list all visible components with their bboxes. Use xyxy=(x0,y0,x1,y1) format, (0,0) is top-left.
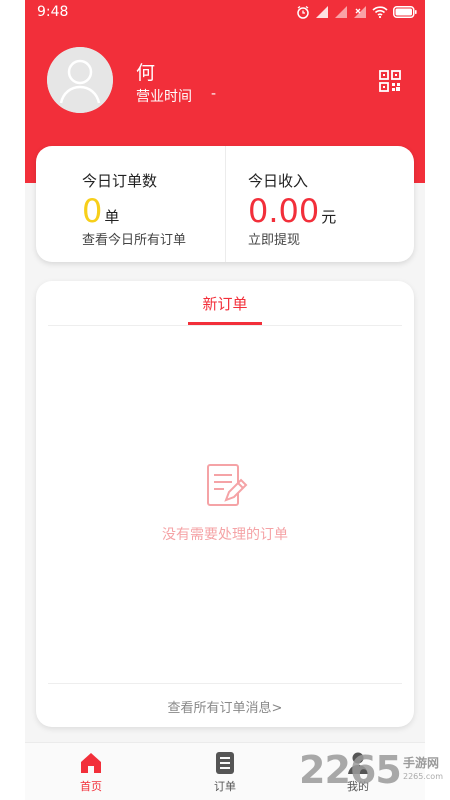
today-income-value-row: 0.00 元 xyxy=(248,191,336,231)
today-orders-count: 0 xyxy=(82,192,103,230)
shop-name: 何 xyxy=(136,62,156,84)
watermark-url: 2265.com xyxy=(403,772,443,781)
wifi-icon xyxy=(372,6,388,18)
stats-divider xyxy=(225,146,226,262)
view-all-orders-link[interactable]: 查看所有订单消息> xyxy=(36,697,414,716)
site-watermark: 2265 手游网 2265.com xyxy=(299,748,450,800)
tab-divider xyxy=(48,325,402,326)
tab-home[interactable]: 首页 xyxy=(61,751,121,799)
today-orders-title: 今日订单数 xyxy=(82,172,158,190)
business-hours-value: - xyxy=(211,86,217,102)
tab-orders-label: 订单 xyxy=(214,780,236,793)
home-icon xyxy=(81,753,101,773)
view-today-orders-link[interactable]: 查看今日所有订单 xyxy=(82,229,186,248)
avatar[interactable] xyxy=(47,47,113,113)
today-income-amount: 0.00 xyxy=(248,192,320,230)
app-screen: 9:48 何 营业时间 - 今日订单数 0 单 查看今日所有订单 今日收入 0.… xyxy=(25,0,425,800)
signal-2-icon xyxy=(335,6,347,18)
withdraw-link[interactable]: 立即提现 xyxy=(248,229,300,248)
today-income-unit: 元 xyxy=(321,208,337,226)
today-orders-stat: 今日订单数 0 单 查看今日所有订单 xyxy=(82,146,222,262)
status-icons xyxy=(296,4,417,20)
no-signal-icon xyxy=(354,6,366,18)
status-bar: 9:48 xyxy=(25,0,425,26)
order-list-icon xyxy=(216,752,234,774)
today-stats-card: 今日订单数 0 单 查看今日所有订单 今日收入 0.00 元 立即提现 xyxy=(36,146,414,262)
watermark-number: 2265 xyxy=(299,748,402,792)
today-orders-unit: 单 xyxy=(104,208,120,226)
watermark-chinese: 手游网 xyxy=(403,756,440,770)
status-time: 9:48 xyxy=(37,4,69,20)
today-income-title: 今日收入 xyxy=(248,172,309,190)
alarm-icon xyxy=(297,5,309,19)
qr-code-icon xyxy=(379,70,401,92)
qr-code-button[interactable] xyxy=(379,70,401,92)
orders-card: 新订单 没有需要处理的订单 查看所有订单消息> xyxy=(36,281,414,727)
empty-orders-icon xyxy=(207,464,248,506)
tab-new-orders-label: 新订单 xyxy=(202,295,248,313)
battery-icon xyxy=(393,6,417,18)
signal-icon xyxy=(316,6,328,18)
empty-orders-message: 没有需要处理的订单 xyxy=(162,527,288,543)
orders-footer-divider xyxy=(48,683,402,684)
today-income-stat: 今日收入 0.00 元 立即提现 xyxy=(248,146,408,262)
today-orders-value-row: 0 单 xyxy=(82,191,119,231)
default-avatar-icon xyxy=(47,47,113,113)
tab-orders[interactable]: 订单 xyxy=(195,751,255,799)
tab-home-label: 首页 xyxy=(80,780,102,793)
business-hours-label: 营业时间 xyxy=(136,89,192,105)
tab-new-orders[interactable]: 新订单 xyxy=(188,293,262,325)
